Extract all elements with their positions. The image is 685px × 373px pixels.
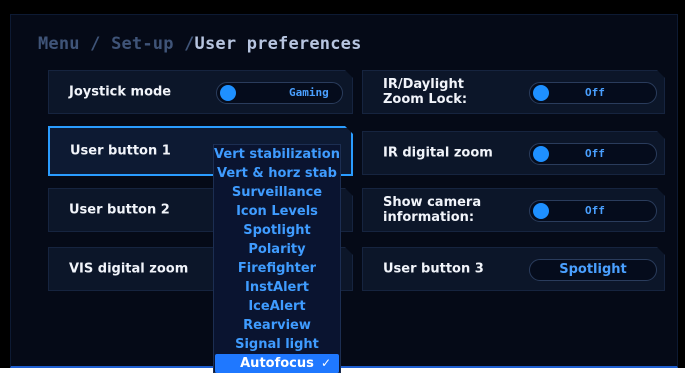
label-line-1: IR/Daylight <box>383 77 464 92</box>
dropdown-option[interactable]: Spotlight <box>214 221 340 240</box>
ir-daylight-zoom-lock-tile[interactable]: IR/Daylight Zoom Lock: Off <box>362 70 665 114</box>
user-button-2-label: User button 2 <box>69 202 170 218</box>
label-line-1: Show camera <box>383 195 482 210</box>
joystick-mode-tile[interactable]: Joystick mode Gaming <box>48 70 353 114</box>
page-title: User preferences <box>194 34 362 54</box>
show-camera-information-value: Off <box>585 204 605 217</box>
ir-digital-zoom-tile[interactable]: IR digital zoom Off <box>362 131 665 175</box>
dropdown-option[interactable]: Icon Levels <box>214 202 340 221</box>
user-button-3-tile[interactable]: User button 3 Spotlight <box>362 247 665 291</box>
selected-option-label: Autofocus <box>240 356 314 371</box>
ir-digital-zoom-value: Off <box>585 147 605 160</box>
toggle-knob <box>533 85 549 101</box>
toggle-knob <box>533 203 549 219</box>
show-camera-information-toggle[interactable]: Off <box>529 200 657 222</box>
ir-daylight-zoom-lock-value: Off <box>585 86 605 99</box>
dropdown-option[interactable]: InstAlert <box>214 278 340 297</box>
check-icon: ✓ <box>320 356 331 370</box>
toggle-knob <box>220 85 236 101</box>
ir-daylight-zoom-lock-label: IR/Daylight Zoom Lock: <box>383 77 467 107</box>
user-button-1-label: User button 1 <box>70 143 171 159</box>
dropdown-option[interactable]: Vert stabilization <box>214 145 340 164</box>
user-button-3-value[interactable]: Spotlight <box>529 259 657 281</box>
toggle-knob <box>533 146 549 162</box>
screen: Menu / Set-up /User preferences Joystick… <box>0 0 685 373</box>
dropdown-option[interactable]: Signal light <box>214 335 340 354</box>
ir-digital-zoom-toggle[interactable]: Off <box>529 143 657 165</box>
breadcrumb-setup[interactable]: Set-up <box>111 34 174 54</box>
breadcrumb: Menu / Set-up /User preferences <box>38 34 362 54</box>
dropdown-option[interactable]: Surveillance <box>214 183 340 202</box>
show-camera-information-tile[interactable]: Show camera information: Off <box>362 188 665 232</box>
dropdown-option[interactable]: Vert & horz stab <box>214 164 340 183</box>
dropdown-option[interactable]: Rearview <box>214 316 340 335</box>
dropdown-option[interactable]: Firefighter <box>214 259 340 278</box>
joystick-mode-toggle[interactable]: Gaming <box>216 82 343 104</box>
breadcrumb-menu[interactable]: Menu <box>38 34 80 54</box>
dropdown-option[interactable]: IceAlert <box>214 297 340 316</box>
joystick-mode-value: Gaming <box>289 86 329 99</box>
show-camera-information-label: Show camera information: <box>383 195 481 225</box>
user-button-1-dropdown[interactable]: Vert stabilization Vert & horz stab Surv… <box>213 144 341 373</box>
breadcrumb-separator: / <box>173 34 195 54</box>
breadcrumb-separator: / <box>79 34 112 54</box>
label-line-2: Zoom Lock: <box>383 92 468 107</box>
dropdown-option-selected[interactable]: Autofocus ✓ <box>215 354 339 373</box>
ir-daylight-zoom-lock-toggle[interactable]: Off <box>529 82 657 104</box>
dropdown-option[interactable]: Polarity <box>214 240 340 259</box>
ir-digital-zoom-label: IR digital zoom <box>383 145 493 161</box>
vis-digital-zoom-label: VIS digital zoom <box>69 261 189 277</box>
label-line-2: information: <box>383 210 475 225</box>
joystick-mode-label: Joystick mode <box>69 84 172 100</box>
user-button-3-label: User button 3 <box>383 261 484 277</box>
